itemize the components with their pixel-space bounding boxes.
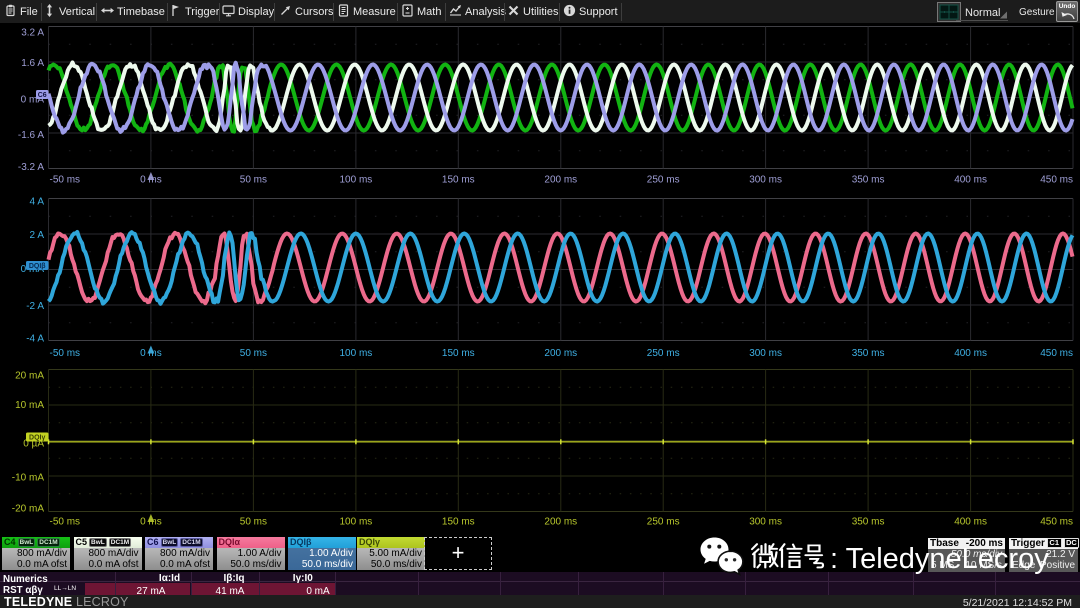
svg-text:: TeledyneLecroy: : TeledyneLecroy — [830, 543, 1049, 575]
